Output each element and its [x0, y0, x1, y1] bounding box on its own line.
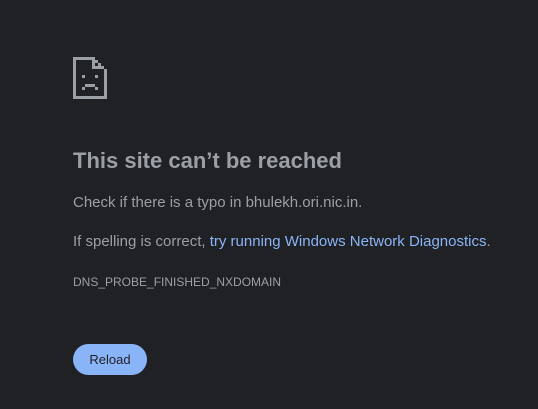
reload-button[interactable]: Reload: [73, 344, 147, 375]
spelling-prefix: If spelling is correct,: [73, 233, 210, 250]
typo-suggestion: Check if there is a typo in bhulekh.ori.…: [73, 193, 362, 213]
domain-name: bhulekh.ori.nic.in: [245, 194, 359, 211]
network-diagnostics-link[interactable]: try running Windows Network Diagnostics: [210, 233, 487, 250]
typo-prefix: Check if there is a typo in: [73, 194, 246, 211]
spelling-suggestion: If spelling is correct, try running Wind…: [73, 232, 491, 252]
error-code: DNS_PROBE_FINISHED_NXDOMAIN: [73, 275, 282, 289]
typo-suffix: .: [358, 194, 363, 211]
spelling-suffix: .: [486, 233, 491, 250]
error-page: This site can’t be reached Check if ther…: [0, 0, 538, 409]
sad-page-icon: [73, 57, 107, 99]
error-title: This site can’t be reached: [73, 148, 342, 173]
